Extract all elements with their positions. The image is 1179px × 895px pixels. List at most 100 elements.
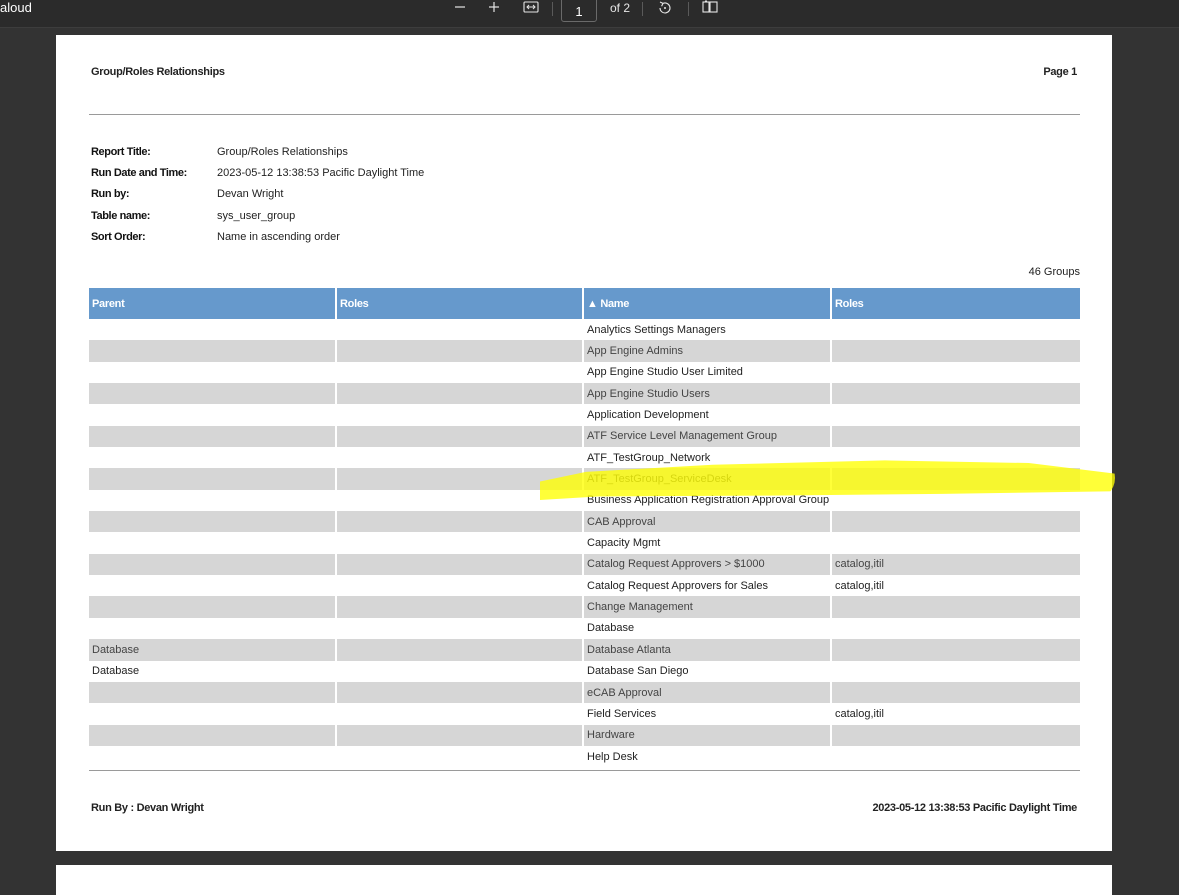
- footer-rule: [89, 770, 1080, 771]
- cell-roles: [831, 468, 1080, 490]
- cell-roles: [831, 660, 1080, 682]
- cell-name: App Engine Studio User Limited: [583, 361, 832, 384]
- cell-name: ATF Service Level Management Group: [583, 425, 832, 448]
- cell-roles: [336, 575, 584, 597]
- cell-name: Capacity Mgmt: [583, 532, 832, 554]
- cell-roles: [831, 447, 1080, 469]
- cell-roles: [831, 361, 1080, 384]
- page-view-button[interactable]: [701, 0, 719, 16]
- table-row: Change Management: [89, 596, 1080, 618]
- meta-value: 2023-05-12 13:38:53 Pacific Daylight Tim…: [217, 167, 425, 179]
- toolbar-divider: [552, 2, 553, 16]
- cell-roles: [831, 489, 1080, 512]
- cell-roles: [831, 639, 1080, 661]
- cell-parent: [89, 489, 337, 512]
- cell-roles: [336, 553, 584, 576]
- table-header-row: Parent Roles ▲ Name Roles: [89, 288, 1080, 319]
- table-row: Application Development: [89, 404, 1080, 426]
- cell-name: Change Management: [583, 596, 832, 618]
- cell-roles: [336, 511, 584, 533]
- column-header-parent[interactable]: Parent: [89, 288, 337, 319]
- cell-name: eCAB Approval: [583, 681, 832, 704]
- cell-name: ATF_TestGroup_ServiceDesk: [583, 468, 832, 490]
- cell-roles: [336, 340, 584, 362]
- cell-roles: [831, 745, 1080, 768]
- footer-run-by: Run By : Devan Wright: [91, 802, 204, 814]
- meta-value: Group/Roles Relationships: [217, 146, 348, 158]
- cell-roles: [336, 660, 584, 682]
- column-header-roles[interactable]: Roles: [831, 288, 1080, 319]
- cell-roles: [831, 617, 1080, 640]
- table-row: Database Database San Diego: [89, 660, 1080, 682]
- table-row: App Engine Studio Users: [89, 383, 1080, 405]
- table-row: Business Application Registration Approv…: [89, 489, 1080, 512]
- cell-parent: [89, 404, 337, 426]
- cell-parent: [89, 724, 337, 746]
- meta-value: Devan Wright: [217, 188, 284, 200]
- cell-parent: Database: [89, 660, 337, 682]
- fit-to-width-button[interactable]: [522, 0, 540, 16]
- zoom-out-button[interactable]: [452, 0, 468, 16]
- cell-parent: [89, 511, 337, 533]
- cell-name: Catalog Request Approvers for Sales: [583, 575, 832, 597]
- table-row: Database: [89, 617, 1080, 640]
- groups-table: Parent Roles ▲ Name Roles Analytics Sett…: [89, 288, 1080, 768]
- cell-name: Analytics Settings Managers: [583, 319, 832, 341]
- page-number-input[interactable]: [561, 0, 597, 22]
- cell-roles: [831, 511, 1080, 533]
- zoom-in-button[interactable]: [486, 0, 502, 16]
- cell-roles: [831, 596, 1080, 618]
- read-aloud-label[interactable]: aloud: [0, 0, 32, 16]
- cell-roles: [336, 532, 584, 554]
- rotate-button[interactable]: [656, 0, 674, 16]
- meta-value: sys_user_group: [217, 210, 296, 222]
- table-row: CAB Approval: [89, 511, 1080, 533]
- table-row: Field Services catalog,itil: [89, 703, 1080, 725]
- cell-roles: [831, 404, 1080, 426]
- pdf-toolbar: aloud of 2: [0, 0, 1179, 28]
- cell-parent: [89, 468, 337, 490]
- cell-parent: [89, 703, 337, 725]
- cell-parent: [89, 596, 337, 618]
- cell-roles: [336, 724, 584, 746]
- cell-roles: catalog,itil: [831, 553, 1080, 576]
- cell-parent: [89, 617, 337, 640]
- minus-icon: [455, 6, 465, 8]
- cell-parent: Database: [89, 639, 337, 661]
- meta-label: Run Date and Time:: [91, 167, 187, 179]
- cell-roles: [336, 361, 584, 384]
- meta-value: Name in ascending order: [217, 231, 340, 243]
- cell-roles: [336, 319, 584, 341]
- meta-label: Sort Order:: [91, 231, 146, 243]
- cell-roles: [336, 383, 584, 405]
- cell-name: Application Development: [583, 404, 832, 426]
- meta-label: Run by:: [91, 188, 130, 200]
- cell-parent: [89, 532, 337, 554]
- rotate-icon: [659, 1, 671, 14]
- cell-roles: [831, 319, 1080, 341]
- column-header-name[interactable]: ▲ Name: [583, 288, 832, 319]
- table-row: eCAB Approval: [89, 681, 1080, 704]
- table-row: ATF Service Level Management Group: [89, 425, 1080, 448]
- cell-roles: [336, 703, 584, 725]
- cell-parent: [89, 745, 337, 768]
- cell-roles: [831, 532, 1080, 554]
- table-row: Catalog Request Approvers for Sales catal…: [89, 575, 1080, 597]
- cell-name: CAB Approval: [583, 511, 832, 533]
- toolbar-divider: [642, 2, 643, 16]
- cell-name: Business Application Registration Approv…: [583, 489, 832, 512]
- cell-parent: [89, 319, 337, 341]
- cell-name: Database San Diego: [583, 660, 832, 682]
- pdf-page-2: [56, 865, 1112, 895]
- page-count: of 2: [610, 1, 631, 15]
- cell-roles: [831, 383, 1080, 405]
- two-page-icon: [702, 0, 718, 13]
- column-header-roles[interactable]: Roles: [336, 288, 584, 319]
- cell-name: Database Atlanta: [583, 639, 832, 661]
- plus-icon: [489, 2, 499, 12]
- cell-name: App Engine Admins: [583, 340, 832, 362]
- table-row: ATF_TestGroup_Network: [89, 447, 1080, 469]
- table-row: ATF_TestGroup_ServiceDesk: [89, 468, 1080, 490]
- toolbar-divider: [688, 2, 689, 16]
- cell-roles: [336, 681, 584, 704]
